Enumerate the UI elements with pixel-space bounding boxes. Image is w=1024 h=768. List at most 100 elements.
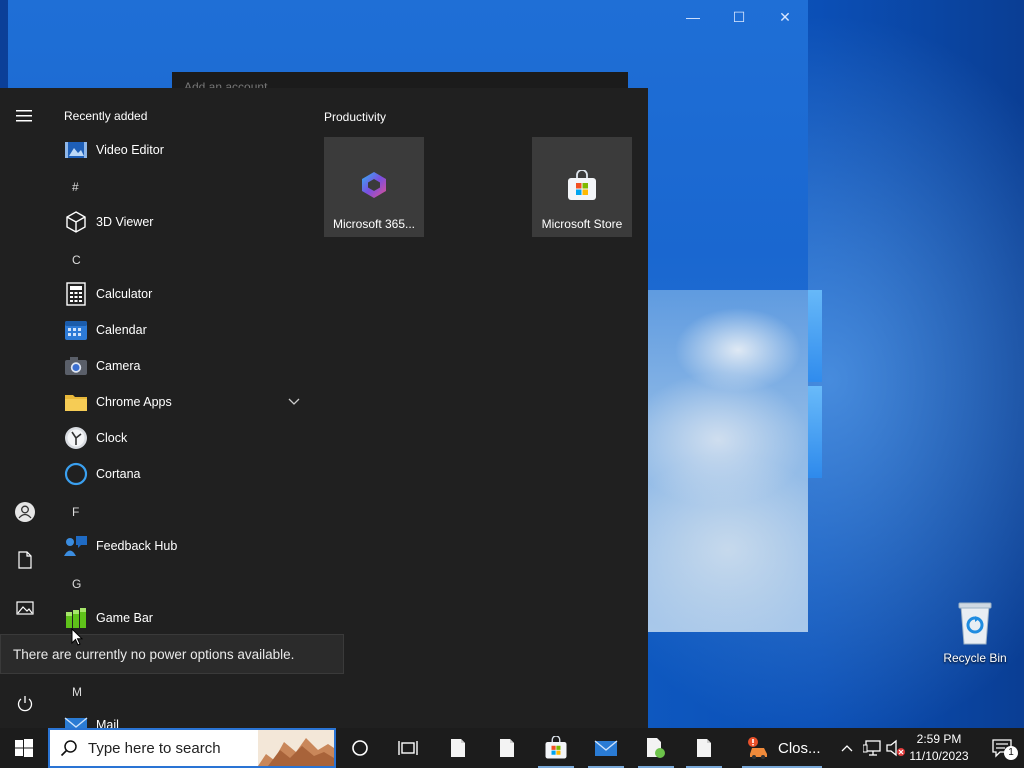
recycle-bin-icon [958, 602, 992, 645]
chevron-up-icon [841, 745, 853, 752]
blank-file-icon [697, 739, 711, 757]
pictures-button[interactable] [0, 588, 50, 628]
app-item-3d-viewer[interactable]: 3D Viewer [56, 206, 306, 238]
power-options-tooltip: There are currently no power options ava… [0, 634, 344, 674]
app-item-label: Camera [96, 359, 141, 373]
calculator-icon [64, 282, 88, 306]
clock-icon [64, 426, 88, 450]
wallpaper-preview [648, 290, 808, 632]
cortana-icon [64, 462, 88, 486]
app-item-calculator[interactable]: Calculator [56, 278, 306, 310]
cube-icon [64, 210, 88, 234]
warning-car-icon [748, 737, 767, 759]
recently-added-heading: Recently added [64, 109, 148, 123]
taskbar-app-file-3[interactable] [632, 728, 680, 768]
app-item-camera[interactable]: Camera [56, 350, 306, 382]
microsoft-store-icon [545, 736, 567, 759]
app-item-calendar[interactable]: Calendar [56, 314, 306, 346]
search-box[interactable]: Type here to search [48, 728, 336, 768]
group-title: Productivity [324, 110, 387, 124]
search-icon [60, 740, 77, 757]
app-item-label: Clock [96, 431, 128, 445]
app-item-clock[interactable]: Clock [56, 422, 306, 454]
start-button[interactable] [0, 728, 48, 768]
running-app-label: Clos... [778, 739, 821, 757]
start-rail [0, 88, 50, 728]
app-item-feedback-hub[interactable]: Feedback Hub [56, 530, 306, 562]
letter-header[interactable]: C [72, 253, 81, 267]
app-item-mail[interactable]: Mail [56, 709, 306, 728]
show-hidden-icons-button[interactable] [836, 728, 858, 768]
tooltip-text: There are currently no power options ava… [13, 646, 295, 662]
tile-label: Microsoft Store [541, 217, 623, 231]
app-item-video-editor[interactable]: Video Editor [56, 134, 306, 166]
power-icon [17, 696, 33, 712]
taskbar-app-file-4[interactable] [680, 728, 728, 768]
video-editor-icon [64, 138, 88, 162]
app-item-label: 3D Viewer [96, 215, 154, 229]
mail-icon [64, 713, 88, 728]
file-badge-icon [647, 738, 665, 758]
start-menu: Recently added Video Editor # 3D Viewer … [0, 88, 648, 728]
letter-header[interactable]: F [72, 505, 79, 519]
hamburger-icon [16, 110, 32, 122]
close-button[interactable]: ✕ [762, 6, 808, 28]
clock-time[interactable]: 2:59 PM [906, 732, 972, 746]
app-item-label: Calculator [96, 287, 153, 301]
letter-header[interactable]: M [72, 685, 82, 699]
app-item-label: Video Editor [96, 143, 164, 157]
mouse-cursor-icon [71, 628, 83, 646]
action-center-button[interactable]: 1 [980, 728, 1024, 768]
app-item-label: Calendar [96, 323, 147, 337]
windows-logo-icon [15, 739, 33, 757]
expand-menu-button[interactable] [0, 96, 50, 136]
power-button[interactable] [0, 684, 50, 724]
mail-icon [594, 740, 618, 756]
tile-label: Microsoft 365... [332, 217, 416, 231]
pictures-icon [16, 601, 34, 615]
wallpaper-light-beam [808, 290, 822, 382]
search-placeholder: Type here to search [88, 739, 221, 757]
feedback-hub-icon [64, 534, 88, 558]
camera-icon [64, 354, 88, 378]
taskbar-app-mail[interactable] [582, 728, 630, 768]
app-item-cortana[interactable]: Cortana [56, 458, 306, 490]
app-item-chrome-apps[interactable]: Chrome Apps [56, 386, 306, 418]
cortana-button[interactable] [336, 728, 384, 768]
app-item-label: Feedback Hub [96, 539, 178, 553]
taskbar-app-store[interactable] [532, 728, 580, 768]
volume-button[interactable] [884, 728, 908, 768]
volume-muted-icon [886, 739, 905, 757]
wallpaper-light-beam [808, 386, 822, 478]
taskbar-app-file-2[interactable] [483, 728, 531, 768]
network-button[interactable] [860, 728, 884, 768]
documents-button[interactable] [0, 540, 50, 580]
recycle-bin-label: Recycle Bin [943, 651, 1007, 665]
tile-microsoft-store[interactable]: Microsoft Store [532, 137, 632, 237]
network-icon [863, 740, 881, 756]
app-item-label: Game Bar [96, 611, 153, 625]
taskbar-app-file-1[interactable] [434, 728, 482, 768]
taskbar-app-running[interactable]: Clos... [736, 728, 828, 768]
tile-microsoft-365[interactable]: Microsoft 365... [324, 137, 424, 237]
task-view-button[interactable] [384, 728, 432, 768]
calendar-icon [64, 318, 88, 342]
cortana-icon [352, 740, 368, 756]
letter-header[interactable]: # [72, 180, 79, 194]
app-item-label: Chrome Apps [96, 395, 172, 409]
maximize-button[interactable]: ☐ [716, 6, 762, 28]
clock-date[interactable]: 11/10/2023 [906, 749, 972, 763]
blank-file-icon [451, 739, 465, 757]
notification-count-badge: 1 [1004, 746, 1018, 760]
recycle-bin-shortcut[interactable]: Recycle Bin [940, 600, 1010, 665]
search-highlight-image [258, 730, 334, 766]
taskbar: Type here to search Clos... 2:59 PM 11/1… [0, 728, 1024, 768]
app-item-game-bar[interactable]: Game Bar [56, 602, 306, 634]
account-button[interactable] [0, 492, 50, 532]
chevron-down-icon[interactable] [288, 398, 300, 406]
document-icon [18, 551, 32, 569]
minimize-button[interactable]: — [670, 6, 716, 28]
letter-header[interactable]: G [72, 577, 81, 591]
folder-icon [64, 390, 88, 414]
app-list: Recently added Video Editor # 3D Viewer … [56, 88, 316, 728]
